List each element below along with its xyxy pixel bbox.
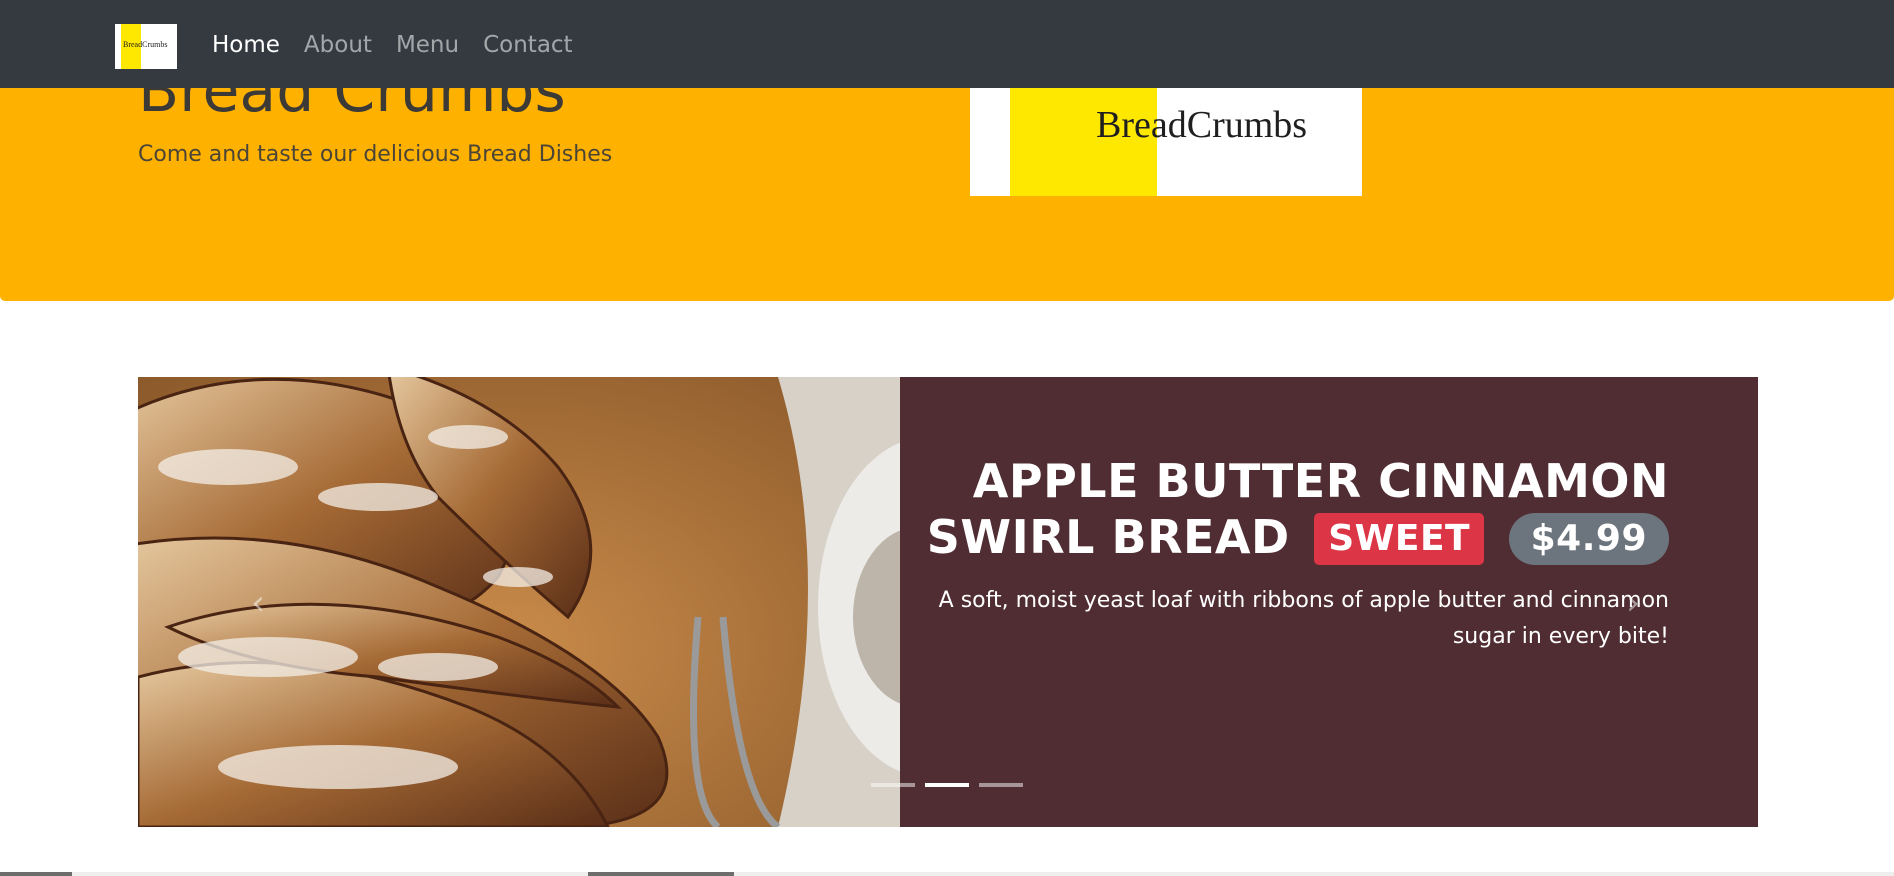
jumbotron-subtitle: Come and taste our delicious Bread Dishe… [138,142,613,167]
slide-description: A soft, moist yeast loaf with ribbons of… [938,588,1669,649]
carousel-indicators [871,783,1023,787]
carousel-indicator-1[interactable] [871,783,915,787]
navbar-logo-wordmark: BreadCrumbs [123,40,168,49]
next-section-edge [0,872,1894,876]
carousel-indicator-3[interactable] [979,783,1023,787]
slide-title: APPLE BUTTER CINNAMON SWIRL BREAD SWEET … [909,453,1669,565]
carousel-prev-button[interactable]: ‹ [243,583,273,623]
nav-link-home[interactable]: Home [212,28,280,62]
navbar: BreadCrumbs Home About Menu Contact [0,0,1894,88]
nav-link-contact[interactable]: Contact [483,28,572,62]
edge-segment-1 [0,872,72,876]
carousel-next-button[interactable]: › [1618,583,1648,623]
price-badge: $4.99 [1508,513,1669,565]
nav-links: Home About Menu Contact [212,28,597,62]
carousel-indicator-2[interactable] [925,783,969,787]
nav-link-menu[interactable]: Menu [396,28,459,62]
product-carousel: APPLE BUTTER CINNAMON SWIRL BREAD SWEET … [138,377,1758,827]
edge-segment-2 [588,872,734,876]
jumbotron-logo: BreadCrumbs [970,80,1362,196]
slide-caption: APPLE BUTTER CINNAMON SWIRL BREAD SWEET … [909,453,1669,655]
logo-wordmark: BreadCrumbs [1096,104,1308,146]
navbar-logo[interactable]: BreadCrumbs [115,24,177,69]
sweet-badge: SWEET [1314,513,1485,565]
nav-link-about[interactable]: About [304,28,372,62]
chevron-right-icon: › [1626,583,1640,623]
chevron-left-icon: ‹ [251,583,265,623]
